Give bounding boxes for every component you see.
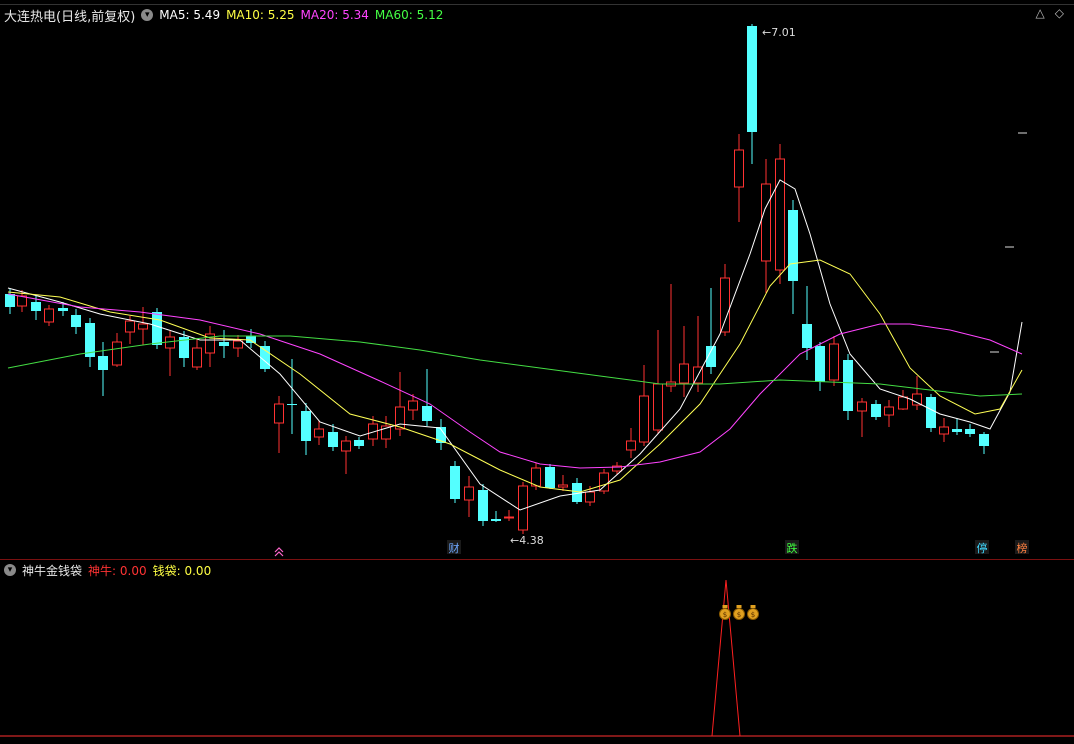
candle — [939, 418, 949, 442]
candle — [450, 461, 460, 503]
event-marker[interactable]: 财 — [447, 540, 461, 555]
candle — [192, 338, 202, 370]
candle — [531, 463, 541, 490]
candle — [979, 432, 989, 454]
corner-controls: △ ◇ — [1036, 6, 1064, 20]
candle — [679, 326, 689, 397]
candle — [219, 330, 229, 358]
candle — [926, 394, 936, 432]
ma20-readout: MA20: 5.34 — [300, 8, 369, 22]
indicator-title: 神牛金钱袋 — [22, 563, 83, 578]
candle — [354, 437, 364, 449]
candle — [422, 369, 432, 426]
candle — [478, 484, 488, 526]
triangle-up-icon[interactable]: △ — [1036, 6, 1045, 20]
main-chart-header: 大连热电(日线,前复权) ▾ MA5: 5.49 MA10: 5.25 MA20… — [4, 6, 444, 25]
candle — [775, 144, 785, 284]
candle — [612, 462, 622, 475]
qian-dai-readout: 钱袋: 0.00 — [152, 563, 212, 578]
indicator-spike — [711, 579, 741, 737]
indicator-header: ▾ 神牛金钱袋 神牛: 0.00 钱袋: 0.00 — [4, 562, 211, 578]
shen-niu-readout: 神牛: 0.00 — [88, 563, 147, 578]
candle — [761, 159, 771, 293]
candle — [112, 333, 122, 367]
candle — [205, 326, 215, 367]
candle — [44, 305, 54, 326]
candle — [815, 342, 825, 391]
candle — [599, 469, 609, 494]
candle — [734, 134, 744, 222]
low-price-label: ←4.38 — [510, 534, 544, 547]
diamond-icon[interactable]: ◇ — [1055, 6, 1064, 20]
candle — [71, 309, 81, 334]
svg-text:停: 停 — [977, 541, 988, 555]
candle — [898, 390, 908, 410]
candle — [639, 365, 649, 446]
candle — [952, 419, 962, 435]
money-bag-icon: $ — [747, 605, 759, 620]
money-bag-icon: $ — [733, 605, 745, 620]
candle — [85, 318, 95, 367]
ma10-line — [7, 259, 1023, 493]
candle — [720, 264, 730, 336]
chevron-down-icon[interactable]: ▾ — [141, 9, 154, 21]
candle — [341, 436, 351, 474]
stock-title: 大连热电(日线,前复权) — [4, 9, 136, 25]
ma10-readout: MA10: 5.25 — [226, 8, 295, 22]
ma5-readout: MA5: 5.49 — [159, 8, 221, 22]
svg-text:财: 财 — [449, 541, 460, 555]
candle — [504, 510, 514, 521]
candle — [653, 330, 663, 434]
candle — [747, 24, 757, 164]
candle — [233, 335, 243, 357]
candle — [287, 359, 297, 434]
ma60-readout: MA60: 5.12 — [374, 8, 444, 22]
candle — [314, 421, 324, 445]
candle — [788, 200, 798, 314]
candlestick-chart[interactable]: ←7.01 ←4.38 财 跌 停 榜 — [0, 24, 1074, 559]
candle — [260, 341, 270, 372]
indicator-chart[interactable]: $ $ $ — [0, 560, 1074, 744]
candle — [884, 400, 894, 427]
svg-text:榜: 榜 — [1017, 541, 1028, 555]
event-marker[interactable]: 榜 — [1015, 540, 1029, 555]
candle — [165, 331, 175, 376]
svg-text:跌: 跌 — [787, 541, 798, 555]
event-marker[interactable]: 停 — [975, 540, 989, 555]
candle — [871, 400, 881, 420]
candle — [558, 475, 568, 491]
svg-text:$: $ — [723, 611, 727, 619]
svg-text:$: $ — [751, 611, 755, 619]
candle — [626, 428, 636, 458]
double-chevron-up-icon — [274, 547, 284, 557]
candle — [912, 376, 922, 410]
candle — [965, 424, 975, 437]
svg-text:$: $ — [737, 611, 741, 619]
candle — [666, 284, 676, 392]
candle — [301, 403, 311, 455]
candle — [545, 464, 555, 489]
candle — [829, 336, 839, 386]
candle — [857, 398, 867, 437]
candle — [381, 416, 391, 448]
event-marker[interactable]: 跌 — [785, 540, 799, 555]
candle — [843, 354, 853, 420]
candle — [491, 511, 501, 522]
candle — [706, 288, 716, 374]
candle — [274, 396, 284, 453]
top-strip — [0, 0, 1074, 5]
high-price-label: ←7.01 — [762, 26, 796, 39]
candle — [464, 476, 474, 517]
chevron-down-icon[interactable]: ▾ — [4, 564, 16, 576]
